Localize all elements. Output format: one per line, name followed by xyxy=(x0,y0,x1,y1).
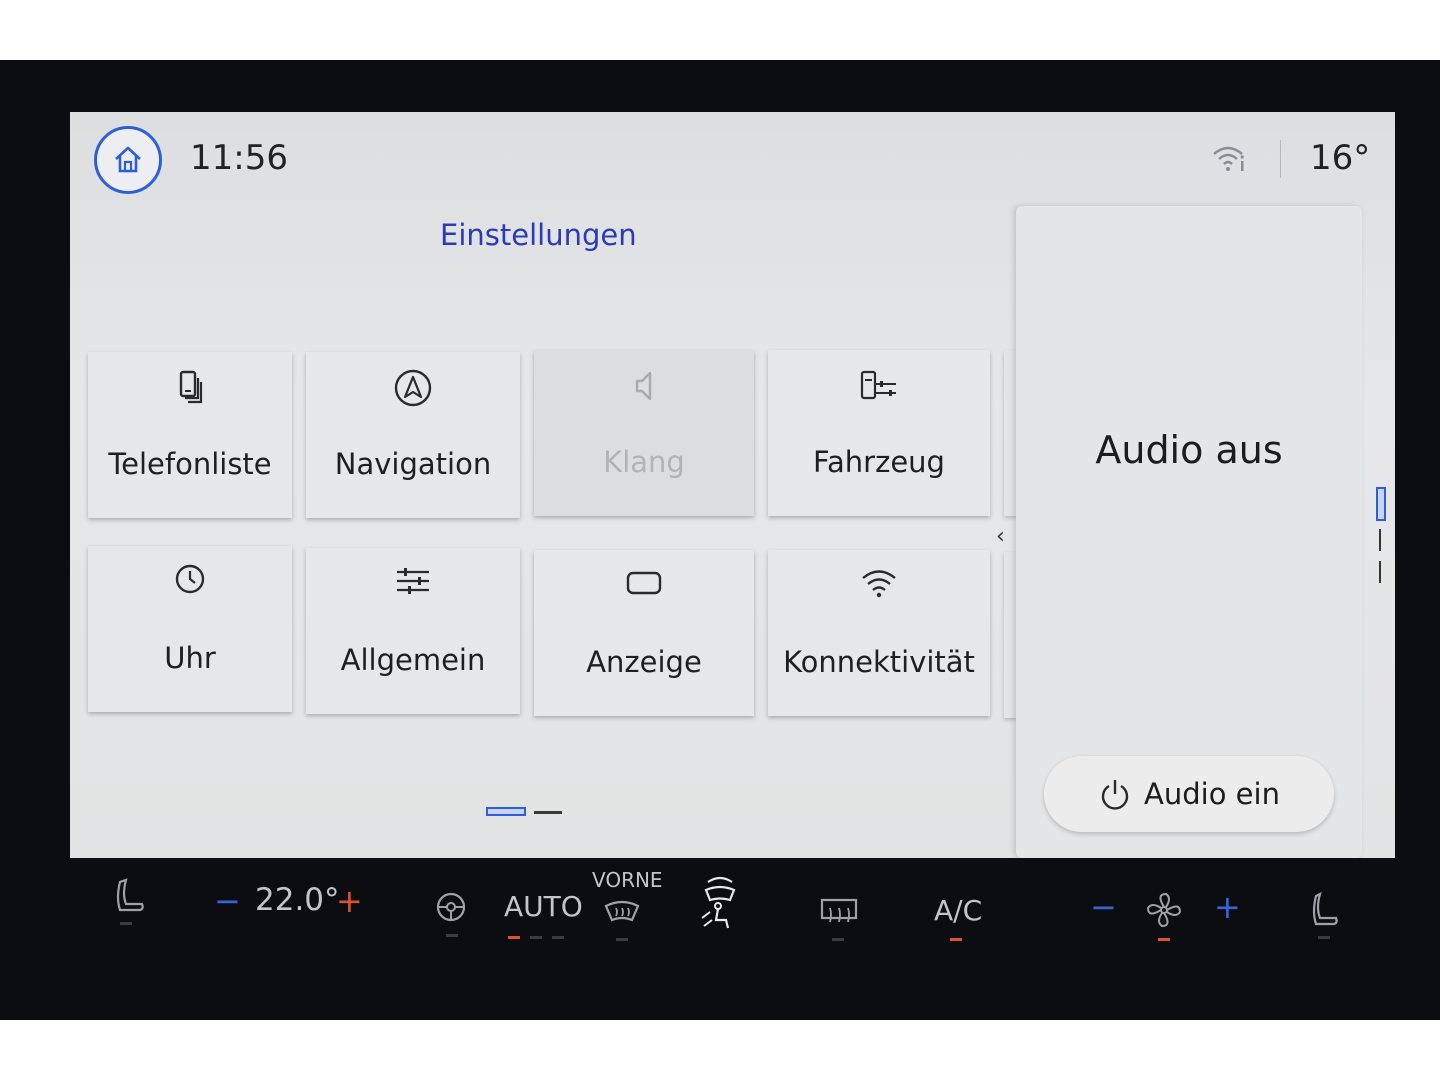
front-defrost-label: VORNE xyxy=(592,868,663,892)
tile-label: Klang xyxy=(603,445,685,479)
tile-label: Uhr xyxy=(164,641,216,675)
tile-konnektivitaet[interactable]: Konnektivität xyxy=(768,550,990,716)
auto-climate-button[interactable]: AUTO xyxy=(504,890,583,923)
auto-level xyxy=(552,936,564,939)
tile-label: Anzeige xyxy=(586,645,702,679)
climate-bar: − 22.0° + AUTO VORNE A/C − + xyxy=(0,860,1440,960)
audio-status-title: Audio aus xyxy=(1095,428,1283,472)
tile-label: Navigation xyxy=(334,447,492,481)
status-clock: 11:56 xyxy=(190,138,288,178)
page-title: Einstellungen xyxy=(440,218,637,252)
page-indicator[interactable] xyxy=(534,811,562,814)
fan-minus-button[interactable]: − xyxy=(1090,888,1117,926)
front-defrost-level xyxy=(616,938,628,941)
tile-label: Konnektivität xyxy=(783,645,975,679)
tile-klang[interactable]: Klang xyxy=(534,350,754,516)
front-defrost-icon[interactable] xyxy=(602,898,642,930)
tile-navigation[interactable]: Navigation xyxy=(306,352,520,518)
heated-steering-wheel-icon[interactable] xyxy=(432,888,470,926)
seat-heat-level xyxy=(120,922,132,925)
seat-heat-right-level xyxy=(1318,936,1330,939)
seat-heat-left-icon[interactable] xyxy=(112,876,148,920)
driver-temp-value: 22.0° xyxy=(255,882,340,918)
outside-temperature: 16° xyxy=(1310,138,1371,178)
max-defrost-icon[interactable] xyxy=(696,874,744,936)
auto-level xyxy=(530,936,542,939)
infotainment-screen: 11:56 16° Einstellungen Telefonliste Nav… xyxy=(70,112,1395,858)
tile-label: Fahrzeug xyxy=(813,445,945,479)
wifi-status-icon xyxy=(1210,142,1250,180)
phone-list-icon xyxy=(179,370,203,404)
wifi-icon xyxy=(862,570,896,598)
seat-heat-right-icon[interactable] xyxy=(1310,890,1346,934)
status-divider xyxy=(1280,140,1281,178)
audio-panel: Audio aus Audio ein xyxy=(1016,206,1362,858)
tile-anzeige[interactable]: Anzeige xyxy=(534,550,754,716)
fan-plus-button[interactable]: + xyxy=(1214,888,1241,926)
driver-temp-plus-button[interactable]: + xyxy=(336,882,363,920)
fan-icon xyxy=(1144,890,1184,934)
auto-indicator xyxy=(508,936,520,939)
tile-label: Allgemein xyxy=(340,643,486,677)
tile-telefonliste[interactable]: Telefonliste xyxy=(88,352,292,518)
navigation-icon xyxy=(394,369,432,407)
clock-icon xyxy=(175,564,205,594)
rear-defrost-level xyxy=(832,938,844,941)
tile-allgemein[interactable]: Allgemein xyxy=(306,548,520,714)
fan-level xyxy=(1158,938,1170,941)
chevron-left-icon[interactable]: ‹ xyxy=(996,524,1005,549)
home-icon xyxy=(115,146,141,173)
tile-fahrzeug[interactable]: Fahrzeug xyxy=(768,350,990,516)
power-icon xyxy=(1101,780,1129,810)
ac-indicator xyxy=(950,938,962,941)
tile-uhr[interactable]: Uhr xyxy=(88,546,292,712)
ac-button[interactable]: A/C xyxy=(934,894,982,927)
driver-temp-minus-button[interactable]: − xyxy=(214,882,241,920)
vehicle-settings-icon xyxy=(860,370,896,400)
tile-label: Telefonliste xyxy=(108,447,272,481)
speaker-icon xyxy=(635,371,652,401)
rear-defrost-icon[interactable] xyxy=(818,896,860,932)
steering-heat-level xyxy=(446,934,458,937)
page-indicator-active[interactable] xyxy=(486,807,526,816)
home-button[interactable] xyxy=(94,126,162,194)
audio-on-label: Audio ein xyxy=(1144,777,1280,811)
display-icon xyxy=(626,571,662,595)
sliders-icon xyxy=(397,568,429,594)
audio-on-button[interactable]: Audio ein xyxy=(1044,756,1334,832)
scroll-indicator[interactable] xyxy=(1376,487,1386,583)
